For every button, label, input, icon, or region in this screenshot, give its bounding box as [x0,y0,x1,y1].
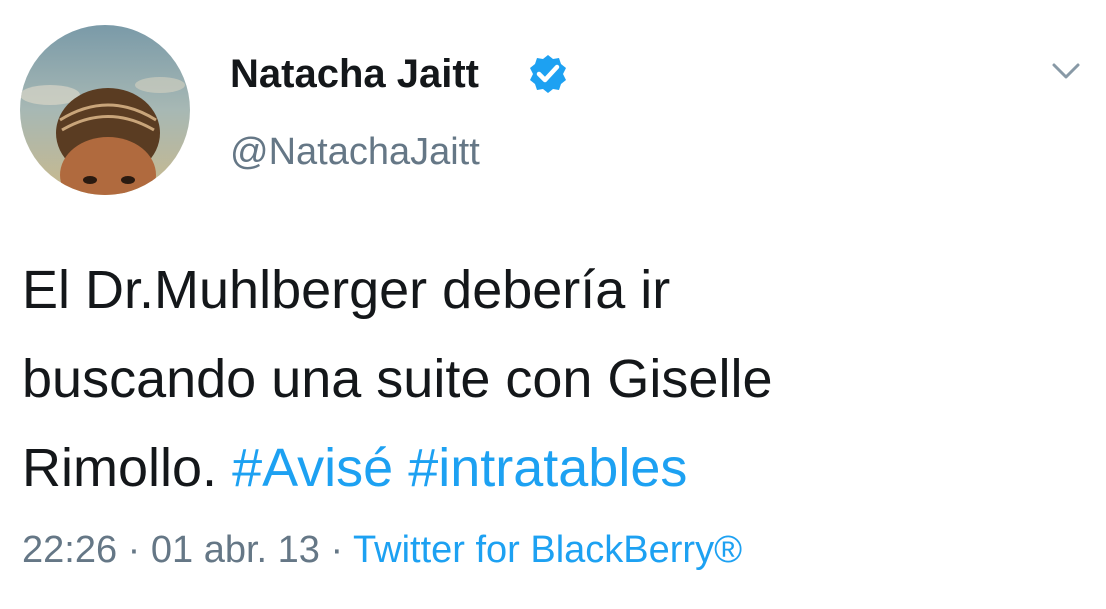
meta-separator: · [127,529,141,571]
tweet-text-line: buscando una suite con Giselle [22,349,773,409]
tweet-card: Natacha Jaitt @NatachaJaitt El Dr.Muhlbe… [0,0,1106,609]
tweet-source-link[interactable]: Twitter for BlackBerry® [353,529,742,571]
tweet-text-line: Rimollo. #Avisé #intratables [22,424,1082,513]
tweet-date[interactable]: 01 abr. 13 [151,529,320,571]
author-handle[interactable]: @NatachaJaitt [230,128,480,176]
verified-badge-icon [530,55,566,93]
tweet-text-segment: Rimollo. [22,438,218,498]
author-display-name[interactable]: Natacha Jaitt [230,50,479,98]
avatar-photo [20,25,190,195]
avatar[interactable] [20,25,190,195]
meta-separator: · [330,529,344,571]
tweet-text: El Dr.Muhlberger debería ir buscando una… [22,246,1082,513]
hashtag-link[interactable]: #intratables [408,438,687,498]
hashtag-link[interactable]: #Avisé [232,438,393,498]
tweet-text-line: El Dr.Muhlberger debería ir [22,260,671,320]
tweet-time[interactable]: 22:26 [22,529,117,571]
chevron-down-icon[interactable] [1046,56,1086,86]
tweet-metadata: 22:26 · 01 abr. 13 · Twitter for BlackBe… [22,524,742,576]
